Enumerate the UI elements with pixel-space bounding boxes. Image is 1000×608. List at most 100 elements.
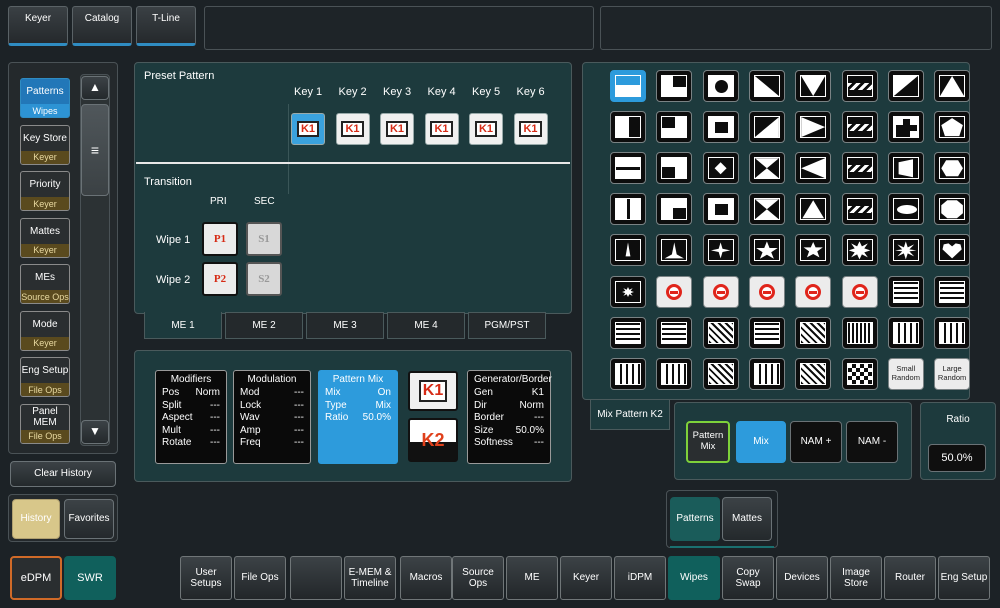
pattern-corner-br-button[interactable] <box>656 193 693 226</box>
pattern-arrows-lr-button[interactable] <box>748 316 785 349</box>
pattern-hbar-button[interactable] <box>610 70 646 102</box>
pattern-vsplit-button[interactable] <box>610 193 646 226</box>
pattern-corner-diag-button[interactable] <box>887 70 924 102</box>
bottom-tab-file-ops[interactable]: File Ops <box>234 556 286 600</box>
pattern-tri-up2-button[interactable] <box>795 193 832 226</box>
bottom-tab-devices[interactable]: Devices <box>776 556 828 600</box>
sidebar-item-mes[interactable]: MEs Source Ops <box>20 264 70 304</box>
sidebar-item-mode[interactable]: Mode Keyer <box>20 310 70 351</box>
me-tab-4[interactable]: ME 4 <box>387 312 465 339</box>
me-tab-2[interactable]: ME 2 <box>225 312 303 339</box>
preset-key-6-button[interactable]: K1 <box>513 113 548 145</box>
pattern-tri-left-button[interactable] <box>795 152 832 185</box>
tab-keyer[interactable]: Keyer <box>8 6 68 46</box>
pattern-heart-button[interactable] <box>934 234 971 267</box>
preset-key-1-button[interactable]: K1 <box>291 113 325 145</box>
pattern-zigzag-button[interactable] <box>841 111 878 144</box>
generator-border-box[interactable]: Generator/Border Gen K1 Dir Norm Border --- Siz… <box>467 370 552 464</box>
pattern-square-button[interactable] <box>702 111 739 144</box>
pattern-corner-bl-button[interactable] <box>656 152 693 185</box>
wipe2-sec-button[interactable]: S2 <box>246 262 282 296</box>
scroll-down-button[interactable]: ▼ <box>81 420 109 444</box>
pattern-wave-button[interactable] <box>841 70 878 102</box>
bottom-tab-keyer[interactable]: Keyer <box>560 556 612 600</box>
pattern-diamond-button[interactable] <box>702 152 739 185</box>
ratio-value[interactable]: 50.0% <box>928 444 986 472</box>
pattern-corner-tl-button[interactable] <box>656 111 693 144</box>
sidebar-item-priority[interactable]: Priority Keyer <box>20 171 70 211</box>
pattern-tri-diag2-button[interactable] <box>748 111 785 144</box>
preset-key-3-button[interactable]: K1 <box>380 113 414 145</box>
bottom-tab-eng-setup[interactable]: Eng Setup <box>938 556 990 600</box>
pattern-zigzag2-button[interactable] <box>841 193 878 226</box>
bottom-tab-router[interactable]: Router <box>884 556 936 600</box>
preset-key-2-button[interactable]: K1 <box>335 113 370 145</box>
pattern-rect-button[interactable] <box>702 193 739 226</box>
pattern-vlines-button[interactable] <box>841 316 878 349</box>
tab-catalog[interactable]: Catalog <box>72 6 132 46</box>
me-tab-1[interactable]: ME 1 <box>144 312 222 339</box>
wipe1-pri-button[interactable]: P1 <box>202 222 238 256</box>
pattern-tri-up-button[interactable] <box>934 70 971 102</box>
pattern-spiral-button[interactable] <box>702 357 739 390</box>
mix-pattern-tab[interactable]: Mix Pattern K2 <box>590 400 670 430</box>
pattern-star4a-button[interactable] <box>610 234 646 267</box>
pattern-noent-button[interactable] <box>702 275 739 308</box>
pattern-hsplit-button[interactable] <box>610 152 646 185</box>
me-tab-5[interactable]: PGM/PST <box>468 312 546 339</box>
pattern-vbar-button[interactable] <box>610 111 646 144</box>
pattern-tri-right-button[interactable] <box>795 111 832 144</box>
pattern-down-arrows-button[interactable] <box>887 316 924 349</box>
pattern-noent-button[interactable] <box>841 275 878 308</box>
bottom-tab-e-mem-timeline[interactable]: E-MEM & Timeline <box>344 556 396 600</box>
pattern-up-down-button[interactable] <box>610 357 646 390</box>
pattern-snake-button[interactable] <box>656 357 693 390</box>
subtab-patterns[interactable]: Patterns <box>670 497 720 541</box>
pattern-large-random-button[interactable]: Large Random <box>934 357 971 390</box>
pattern-swirl-button[interactable] <box>702 316 739 349</box>
pattern-mix-button[interactable]: Pattern Mix <box>686 421 730 463</box>
bottom-tab-image-store[interactable]: Image Store <box>830 556 882 600</box>
pattern-noent-button[interactable] <box>748 275 785 308</box>
pattern-noent-button[interactable] <box>656 275 693 308</box>
swr-button[interactable]: SWR <box>64 556 116 600</box>
pattern-arrows-h2-button[interactable] <box>656 316 693 349</box>
k2-button[interactable]: K2 <box>408 418 458 462</box>
bottom-tab-wipes[interactable]: Wipes <box>668 556 720 600</box>
pattern-star5-button[interactable] <box>748 234 785 267</box>
pattern-maze2-button[interactable] <box>795 357 832 390</box>
scroll-thumb[interactable]: ≡ <box>81 104 109 196</box>
pattern-star-dark-button[interactable] <box>610 275 646 308</box>
sidebar-item-mattes[interactable]: Mattes Keyer <box>20 217 70 258</box>
pattern-checker-button[interactable] <box>841 357 878 390</box>
bottom-tab-blank[interactable] <box>290 556 342 600</box>
subtab-mattes[interactable]: Mattes <box>722 497 772 541</box>
bottom-tab-me[interactable]: ME <box>506 556 558 600</box>
pattern-bowtie-button[interactable] <box>748 193 785 226</box>
sidebar-item-panel-mem[interactable]: Panel MEM File Ops <box>20 403 70 444</box>
pattern-star8-button[interactable] <box>841 234 878 267</box>
pattern-lines-button[interactable] <box>887 275 924 308</box>
k1-button[interactable]: K1 <box>408 371 458 411</box>
pattern-octagon-button[interactable] <box>934 193 971 226</box>
pattern-tri-down-button[interactable] <box>795 70 832 102</box>
pattern-star4c-button[interactable] <box>702 234 739 267</box>
pattern-cross-button[interactable] <box>887 111 924 144</box>
clear-history-button[interactable]: Clear History <box>10 461 116 487</box>
pattern-hexagon-button[interactable] <box>934 152 971 185</box>
nam-plus-button[interactable]: NAM + <box>790 421 842 463</box>
edpm-button[interactable]: eDPM <box>10 556 62 600</box>
wipe1-sec-button[interactable]: S1 <box>246 222 282 256</box>
modifiers-box[interactable]: Modifiers Pos Norm Split --- Aspect --- Mult ---… <box>155 370 227 464</box>
preset-key-4-button[interactable]: K1 <box>424 113 459 145</box>
sidebar-item-patterns[interactable]: Patterns Wipes <box>20 78 70 118</box>
pattern-down-arrows2-button[interactable] <box>934 316 971 349</box>
mix-button[interactable]: Mix <box>736 421 786 463</box>
pattern-lines-arrow-button[interactable] <box>934 275 971 308</box>
pattern-small-random-button[interactable]: Small Random <box>887 357 924 390</box>
pattern-noent-button[interactable] <box>795 275 832 308</box>
preset-key-5-button[interactable]: K1 <box>469 113 503 145</box>
pattern-mix-box[interactable]: Pattern Mix Mix On Type Mix Ratio 50.0% <box>318 370 398 464</box>
bottom-tab-copy-swap[interactable]: Copy Swap <box>722 556 774 600</box>
bottom-tab-idpm[interactable]: iDPM <box>614 556 666 600</box>
